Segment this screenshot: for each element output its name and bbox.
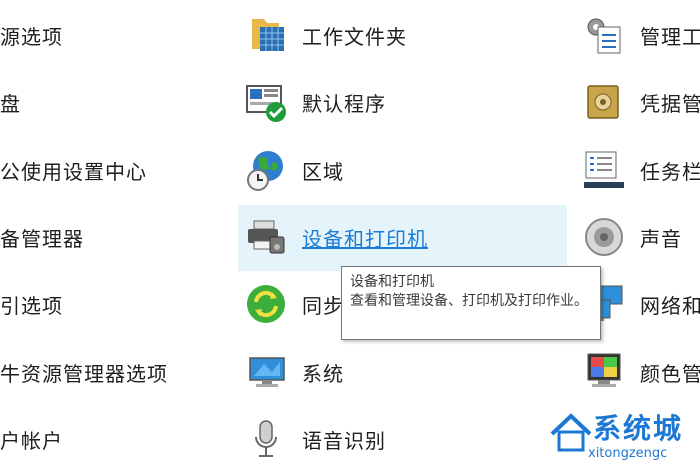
item-label: 语音识别 [302,428,386,453]
item-label: 引选项 [0,293,63,318]
item-label: 户帐户 [0,428,63,453]
tooltip-title: 设备和打印机 [350,274,434,290]
credential-manager-icon [587,85,619,119]
item-label: 源选项 [0,24,63,49]
item-label: 牛资源管理器选项 [0,361,168,386]
cp-item-credential-manager[interactable]: 凭据管 [580,72,700,132]
item-label: 颜色管 [640,361,700,386]
tooltip: 设备和打印机 查看和管理设备、打印机及打印作业。 [341,266,601,340]
tooltip-description: 查看和管理设备、打印机及打印作业。 [350,293,588,309]
cp-item-region[interactable]: 区域 [242,140,562,200]
item-label: 任务栏 [640,159,700,184]
watermark-text: 系统城 [593,412,684,445]
speaker-icon [585,218,623,256]
item-label: 公使用设置中心 [0,159,147,184]
taskbar-icon [584,151,624,188]
default-programs-icon [246,85,286,122]
cp-item-system[interactable]: 系统 [242,342,562,402]
cp-item-devices-and-printers[interactable]: 设备和打印机 [242,207,562,267]
watermark: 系统城 xitongzengc [548,404,700,470]
item-label: 网络和 [640,293,700,318]
item-label: 管理工 [640,24,700,49]
color-management-icon [587,353,621,387]
item-label: 盘 [0,91,21,116]
cp-item-admin-tools[interactable]: 管理工 [580,5,700,65]
item-label: 系统 [302,361,344,386]
cp-item-color-management[interactable]: 颜色管 [580,342,700,402]
region-icon [247,151,283,191]
sync-center-icon [247,285,285,323]
admin-tools-icon [587,18,621,54]
cp-item-sound[interactable]: 声音 [580,207,700,267]
item-label: 凭据管 [640,91,700,116]
item-label: 同步 [302,293,344,318]
printer-icon [248,220,285,254]
item-label: 工作文件夹 [302,24,407,49]
item-label: 默认程序 [302,91,386,116]
cp-item-taskbar[interactable]: 任务栏 [580,140,700,200]
cp-item-speech-recognition[interactable]: 语音识别 [242,409,562,469]
item-label: 设备和打印机 [302,226,428,251]
cp-item-default-programs[interactable]: 默认程序 [242,72,562,132]
item-label: 声音 [640,226,682,251]
work-folders-icon [252,19,284,51]
item-label: 区域 [302,159,344,184]
item-label: 备管理器 [0,226,84,251]
cp-item-work-folders[interactable]: 工作文件夹 [242,5,562,65]
microphone-icon [255,420,277,457]
system-icon [249,357,285,387]
watermark-url: xitongzengc [588,446,668,461]
